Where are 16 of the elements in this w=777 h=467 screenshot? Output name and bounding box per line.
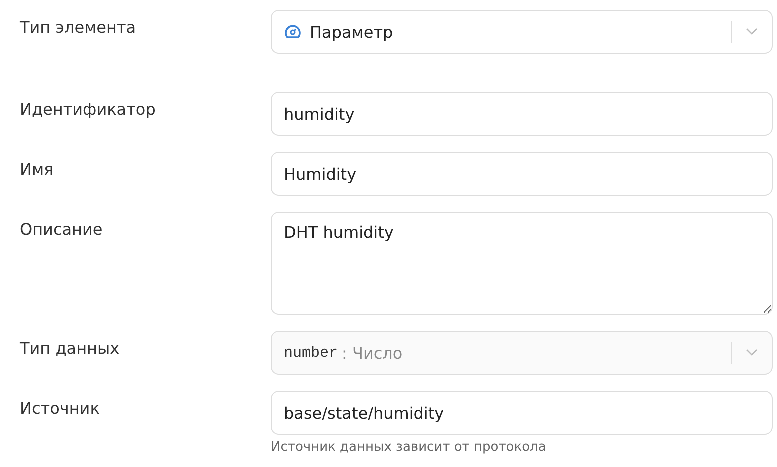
input-field[interactable]: base/state/humidity: [271, 391, 773, 435]
field-label: Идентификатор: [20, 99, 157, 121]
field-label: Тип данных: [20, 338, 121, 360]
input-field[interactable]: Humidity: [271, 152, 773, 196]
field-label: Тип элемента: [20, 17, 138, 39]
chevron-down-icon[interactable]: [746, 28, 758, 36]
hint-text: Источник данных зависит от протокола: [271, 440, 548, 455]
type-code: number: [284, 344, 338, 362]
select-field[interactable]: Параметр: [271, 10, 773, 54]
select-value: : Число: [342, 344, 404, 362]
input-field[interactable]: humidity: [271, 92, 773, 136]
field-label: Имя: [20, 159, 55, 181]
text-area[interactable]: DHT humidity: [271, 212, 773, 315]
field-label: Источник: [20, 398, 101, 420]
field-label: Описание: [20, 219, 104, 241]
select-value: Параметр: [310, 22, 394, 42]
